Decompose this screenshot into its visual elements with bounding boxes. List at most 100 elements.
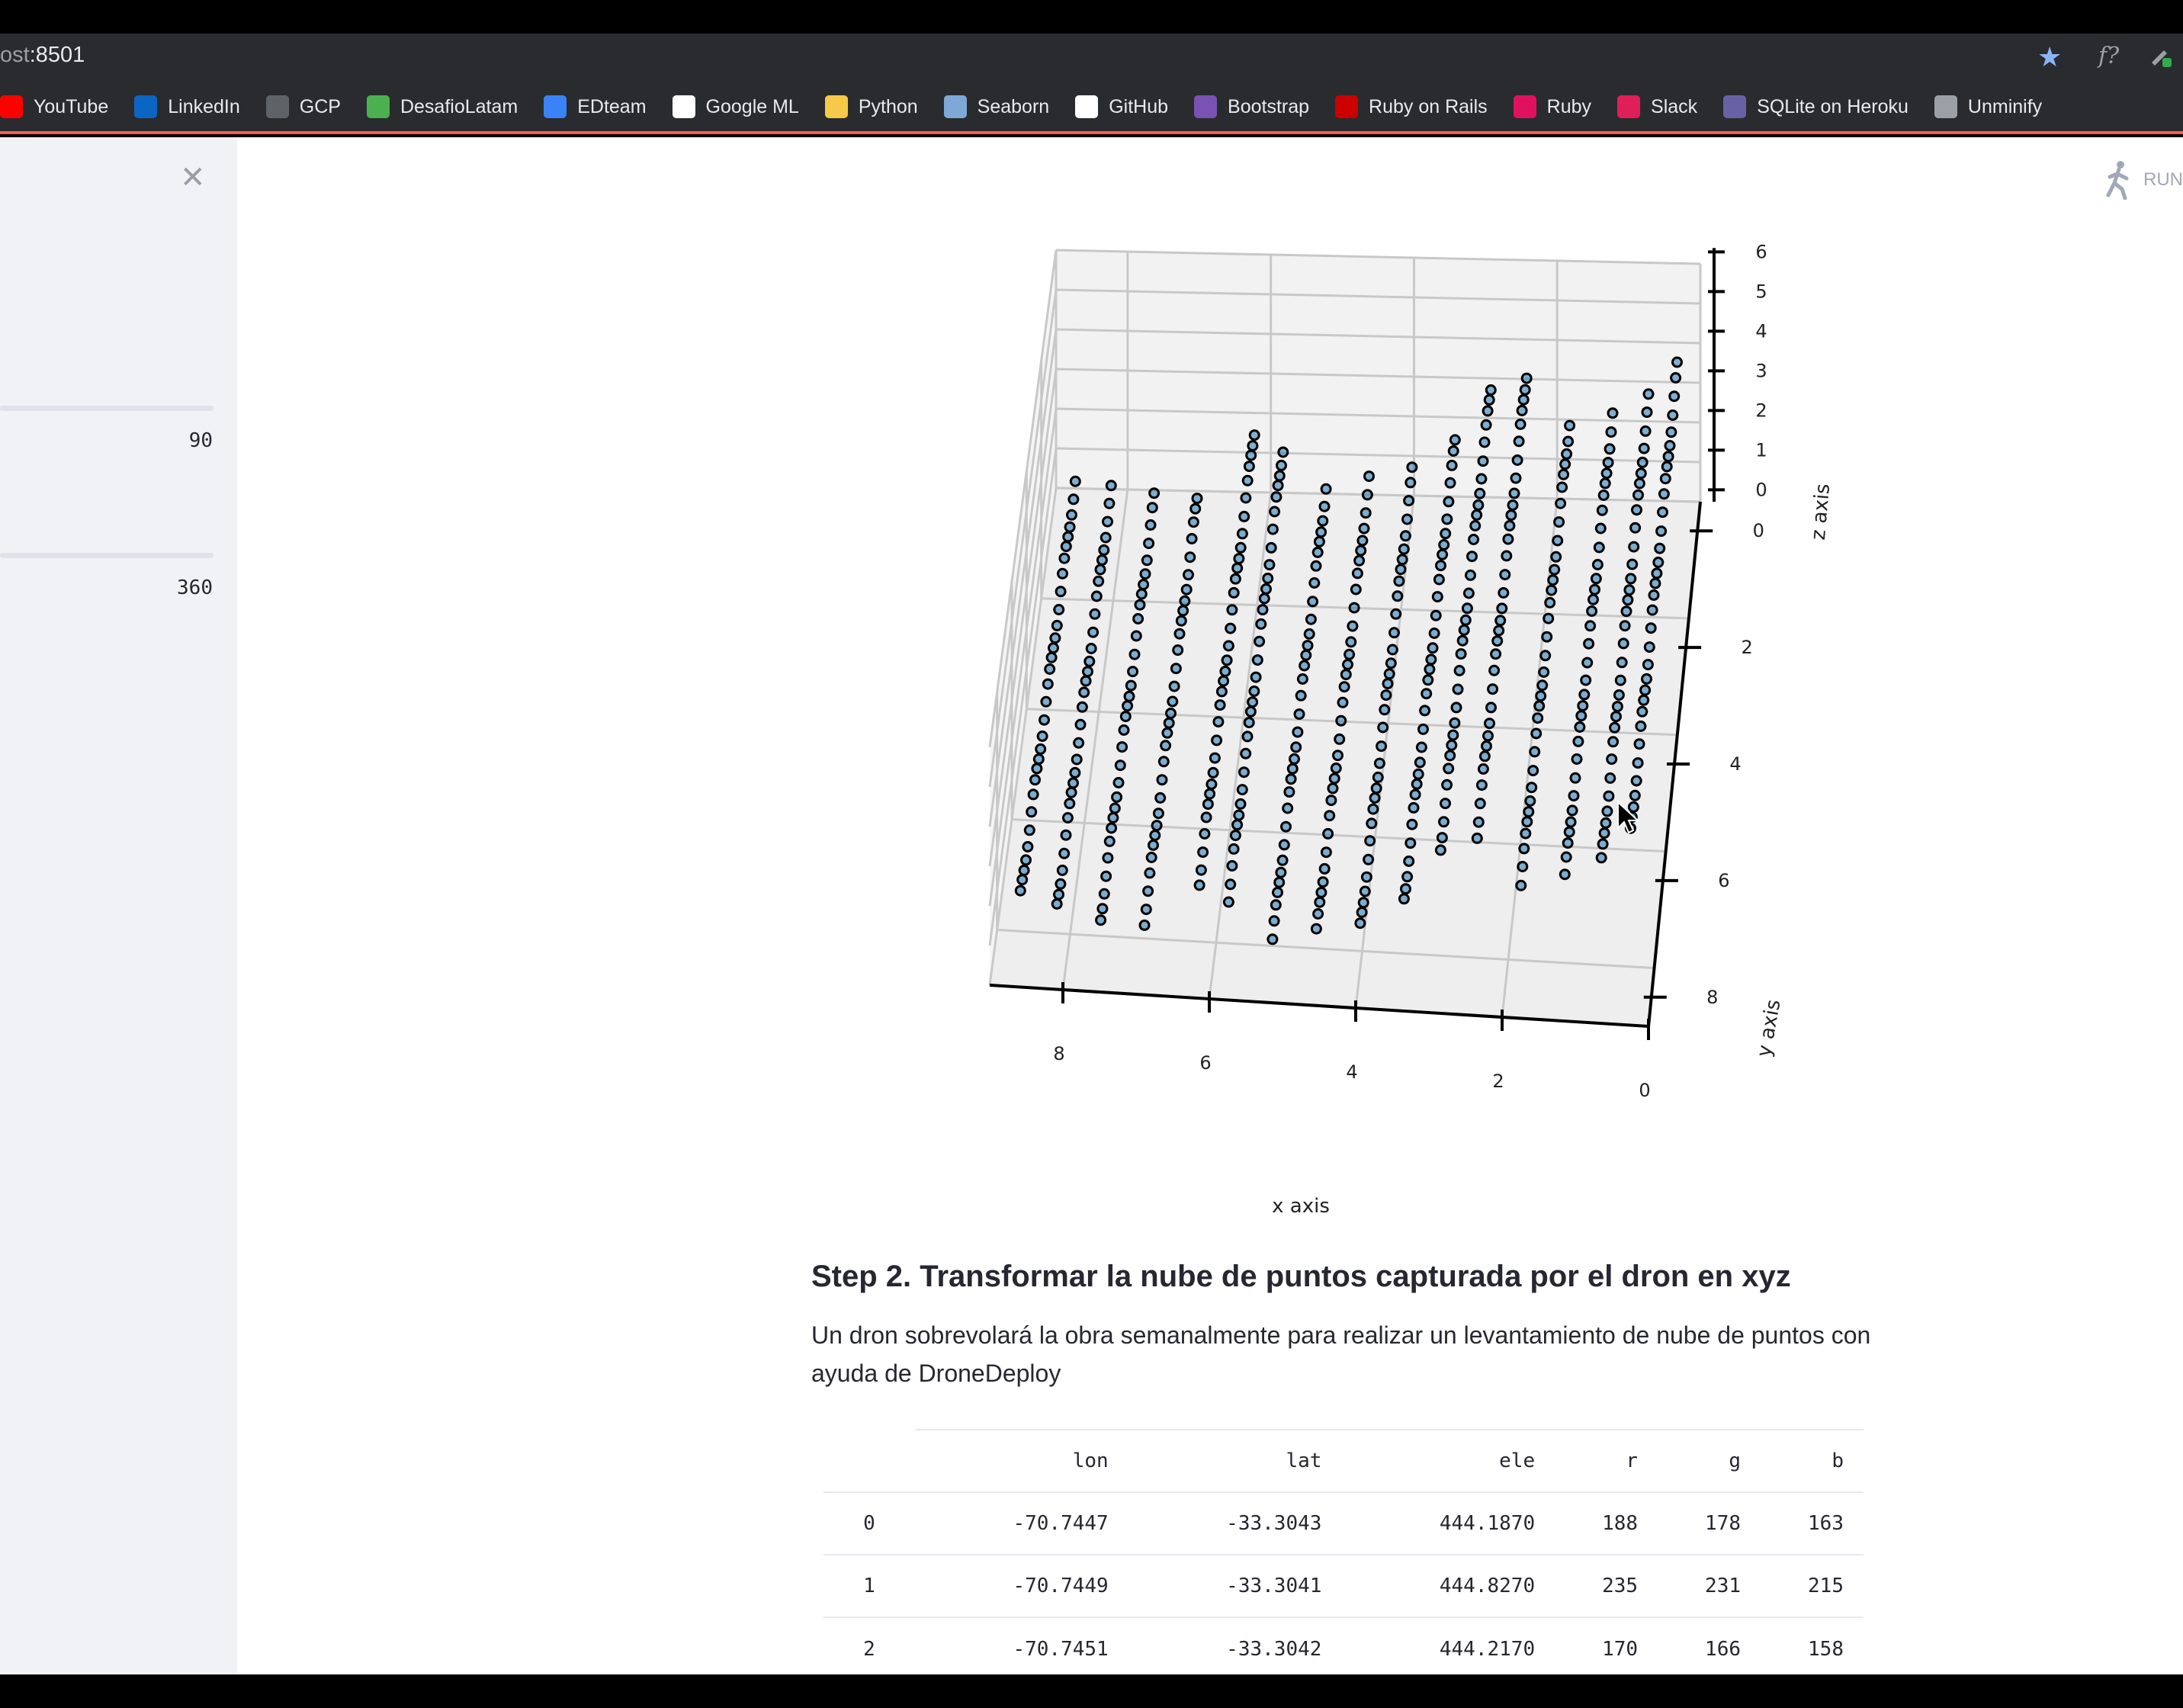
column-header-lon[interactable]: lon [915, 1429, 1128, 1492]
scatter-point [1472, 499, 1485, 511]
scatter-point [1360, 871, 1372, 883]
scatter-point [1170, 663, 1182, 675]
scatter-point [1535, 690, 1547, 702]
scatter-point [1215, 685, 1228, 698]
scatter-point [1353, 554, 1366, 567]
scatter-point [1533, 700, 1546, 712]
y-tick-label: 8 [1706, 987, 1718, 1008]
scatter-point [1617, 637, 1629, 650]
scatter-point [1344, 648, 1356, 660]
desafiolatam-icon [366, 95, 390, 118]
scatter-point [1583, 637, 1595, 650]
scatter-point [1209, 752, 1221, 764]
scatter-point [1236, 528, 1248, 540]
scatter-point [1434, 844, 1446, 856]
column-header-g[interactable]: g [1658, 1429, 1761, 1492]
scatter-point [1228, 586, 1240, 599]
scatter-point [1125, 679, 1137, 692]
scatter-point [1437, 548, 1449, 560]
x-tick-label: 4 [1346, 1061, 1357, 1083]
extension-fx-icon[interactable]: f? [2098, 43, 2119, 69]
scatter-point [1623, 584, 1636, 596]
scatter-point [1138, 919, 1151, 931]
column-header-lat[interactable]: lat [1128, 1429, 1342, 1492]
bookmark-desafiolatam[interactable]: DesafioLatam [366, 95, 518, 118]
scatter-point [1244, 705, 1257, 718]
scatter-point [1449, 717, 1461, 729]
column-header-ele[interactable]: ele [1341, 1429, 1555, 1492]
scatter-point [1177, 605, 1189, 617]
bookmark-ruby[interactable]: Ruby [1513, 95, 1591, 118]
bookmark-edteam[interactable]: EDteam [544, 95, 647, 118]
data-table: lon lat ele r g b 0 -70.7447 -33.3043 444.1870 18… [823, 1429, 1864, 1674]
url-text[interactable]: ost:8501 [0, 43, 85, 68]
scatter-point [1406, 818, 1418, 830]
bookmark-linkedin[interactable]: LinkedIn [134, 95, 240, 118]
bookmark-youtube[interactable]: YouTube [0, 95, 108, 118]
scatter-point [1491, 635, 1504, 647]
bookmark-bootstrap[interactable]: Bootstrap [1194, 95, 1309, 118]
scatter-point [1039, 714, 1050, 726]
scatter-point [1664, 440, 1676, 451]
table-header-row: lon lat ele r g b [823, 1429, 1864, 1492]
column-header-index[interactable] [823, 1430, 915, 1492]
bookmark-star-icon[interactable]: ★ [2037, 41, 2062, 73]
scatter-point [1268, 915, 1280, 927]
bookmark-unminify[interactable]: Unminify [1934, 95, 2042, 118]
scatter-point [1090, 590, 1103, 602]
scatter-point [1441, 513, 1453, 525]
scatter-point [1031, 762, 1043, 775]
address-bar[interactable]: ost:8501 ★ f? [0, 34, 2183, 82]
bookmark-ruby-on-rails[interactable]: Ruby on Rails [1335, 95, 1488, 118]
scatter-point [1401, 513, 1413, 525]
scatter-point [1255, 618, 1267, 630]
scatter-point [1538, 666, 1550, 678]
scatter-point [1646, 604, 1658, 616]
column-header-b[interactable]: b [1761, 1429, 1864, 1492]
bookmark-label: GCP [299, 95, 341, 117]
scatter-point [1240, 747, 1252, 759]
scatter-point [1571, 753, 1583, 765]
close-sidebar-icon[interactable]: ✕ [180, 160, 206, 195]
scatter-point [1575, 710, 1587, 722]
table-cell: -70.7447 [915, 1491, 1128, 1555]
scatter-point [1305, 613, 1317, 625]
bookmark-seaborn[interactable]: Seaborn [943, 95, 1049, 118]
z-tick-label: 3 [1755, 360, 1767, 381]
scatter-point [1499, 569, 1511, 581]
bookmark-python[interactable]: Python [824, 95, 918, 118]
bookmark-github[interactable]: GitHub [1075, 95, 1168, 118]
scatter-point [1648, 589, 1660, 601]
bookmark-gcp[interactable]: GCP [265, 95, 341, 118]
scatter-point [1233, 553, 1245, 565]
scatter-point [1051, 898, 1063, 910]
bookmark-label: GitHub [1109, 95, 1169, 117]
scatter-point [1403, 495, 1415, 507]
bookmark-label: Slack [1651, 95, 1698, 117]
scatter-point [1060, 829, 1072, 841]
scatter-point [1502, 533, 1514, 545]
3d-scatter-chart[interactable]: 8 6 4 2 0 0 2 4 6 8 6 5 4 3 2 1 0 x axis y axis z axis [915, 183, 1845, 1342]
scatter-point [1487, 683, 1499, 695]
slider-track-2[interactable] [0, 553, 213, 558]
scatter-point [1214, 699, 1226, 711]
scatter-point [1067, 493, 1080, 506]
y-axis-label: y axis [1753, 998, 1786, 1059]
scatter-point [1161, 727, 1173, 739]
scatter-point [1572, 735, 1584, 747]
bookmark-slack[interactable]: Slack [1617, 95, 1697, 118]
url-port: :8501 [29, 43, 85, 67]
scatter-point [1529, 746, 1541, 758]
slider-track-1[interactable] [0, 406, 213, 411]
z-tick-label: 2 [1755, 400, 1767, 421]
extension-pencil-icon[interactable] [2149, 44, 2172, 67]
scatter-point [1527, 765, 1539, 777]
y-tick-label: 2 [1741, 637, 1752, 658]
scatter-point [1604, 443, 1616, 455]
column-header-r[interactable]: r [1555, 1429, 1658, 1492]
bookmark-google-ml[interactable]: Google ML [672, 95, 799, 118]
table-cell: 444.8270 [1341, 1554, 1555, 1617]
scatter-point [1636, 705, 1648, 718]
scatter-point [1119, 711, 1132, 723]
bookmark-sqlite-on-heroku[interactable]: SQLite on Heroku [1723, 95, 1909, 118]
